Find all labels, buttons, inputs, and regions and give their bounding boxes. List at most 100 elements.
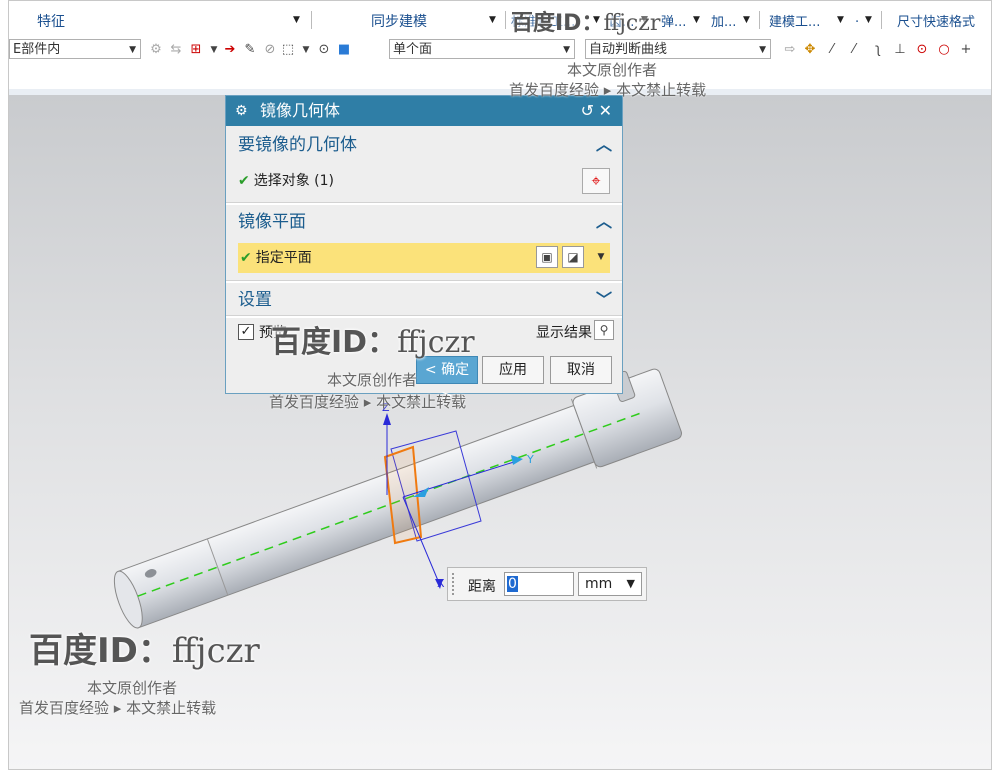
machining-dropdown-icon[interactable]: ▼ — [743, 15, 750, 25]
menu-spring[interactable]: 弹... — [661, 11, 686, 30]
menu-dimension-label: 尺寸快速格式 — [897, 15, 976, 30]
selection-scope-select[interactable]: E部件内 ▼ — [9, 39, 141, 59]
arrow-right-icon[interactable]: ⇨ — [783, 43, 797, 57]
deselect-icon[interactable]: ⊘ — [263, 43, 277, 57]
inferred-plane-icon[interactable]: ◪ — [562, 246, 584, 268]
distance-value: 0 — [507, 576, 518, 592]
crosshair-select-icon[interactable]: ⌖ — [582, 168, 610, 194]
chevron-down-icon[interactable]: ▼ — [207, 43, 221, 57]
curve-icon[interactable]: ʅ — [871, 43, 885, 57]
search-icon[interactable]: ⚲ — [594, 320, 614, 340]
menu-separator — [311, 11, 312, 29]
chevron-down-icon: ▼ — [626, 577, 635, 590]
chevron-down-icon: ▼ — [563, 45, 570, 55]
section-plane-header[interactable]: 镜像平面 ︿ — [226, 207, 622, 237]
cancel-button[interactable]: 取消 — [550, 356, 612, 384]
selection-toolbar: E部件内 ▼ ⚙ ⇆ ⊞ ▼ ➔ ✎ ⊘ ⬚ ▼ ⊙ ■ 单个面 ▼ 自动判断曲线 ▼… — [9, 35, 991, 65]
watermark-author: 本文原创作者 — [87, 679, 178, 697]
close-icon[interactable]: ✕ — [599, 96, 612, 126]
menu-sync-label: 同步建模 — [371, 14, 427, 30]
watermark-id-text: 百度ID： — [511, 11, 604, 36]
distance-label: 距离 — [468, 579, 496, 595]
preview-checkbox[interactable]: ✓ — [238, 324, 254, 340]
curve-rule-select[interactable]: 自动判断曲线 ▼ — [585, 39, 771, 59]
drag-handle[interactable] — [452, 573, 458, 595]
chevron-up-icon[interactable]: ︿ — [596, 207, 612, 237]
watermark-id: 百度ID：ffjczr — [271, 317, 475, 361]
y-axis-label: Y — [526, 453, 534, 466]
x-axis-label: X — [437, 577, 445, 590]
apply-button[interactable]: 应用 — [482, 356, 544, 384]
cube-icon[interactable]: ■ — [337, 43, 351, 57]
section-divider — [226, 280, 622, 283]
select-box-icon[interactable]: ⊞ — [189, 43, 203, 57]
chevron-up-icon[interactable]: ︿ — [596, 130, 612, 160]
distance-field[interactable]: 0 — [504, 572, 574, 596]
menu-machining-label: 加... — [711, 15, 737, 30]
spring-dropdown-icon[interactable]: ▼ — [693, 15, 700, 25]
watermark-author: 本文原创作者 — [567, 61, 658, 79]
plane-dialog-icon[interactable]: ▣ — [536, 246, 558, 268]
dialog-title-bar[interactable]: ⚙ 镜像几何体 ↺ ✕ — [226, 96, 622, 126]
section-plane-label: 镜像平面 — [238, 212, 306, 232]
existing-point-icon[interactable]: + — [959, 43, 973, 57]
feature-dropdown-icon[interactable]: ▼ — [293, 15, 300, 25]
menu-feature[interactable]: 特征 — [37, 11, 65, 31]
snap-point-icon[interactable]: ✥ — [803, 43, 817, 57]
face-rule-select[interactable]: 单个面 ▼ — [389, 39, 575, 59]
watermark-id-text: 百度ID： — [29, 631, 172, 671]
chevron-down-icon[interactable]: ▼ — [299, 43, 313, 57]
line-icon[interactable]: ⁄ — [825, 43, 839, 57]
section-geometry-header[interactable]: 要镜像的几何体 ︿ — [226, 130, 622, 160]
sync-dropdown-icon[interactable]: ▼ — [489, 15, 496, 25]
snap-icon[interactable]: ⇆ — [169, 43, 183, 57]
menu-sync-modeling[interactable]: 同步建模 — [371, 11, 427, 31]
section-settings-header[interactable]: 设置 ﹀ — [226, 285, 622, 315]
watermark-id-user: ffjczr — [171, 631, 260, 671]
select-object-row[interactable]: ✔ 选择对象 (1) ⌖ — [238, 166, 610, 196]
quadrant-point-icon[interactable]: ○ — [937, 43, 951, 57]
nx-window: 特征 ▼ 同步建模 ▼ 标准化工... ▼ 齿... ▼ 弹... ▼ 加...… — [8, 0, 992, 770]
watermark-id: 百度ID：ffjczr — [29, 623, 260, 672]
watermark-id-user: ffjczr — [397, 325, 475, 360]
lasso-icon[interactable]: ✎ — [243, 43, 257, 57]
curve-rule-value: 自动判断曲线 — [589, 42, 668, 57]
menu-modeling-tools-label: 建模工... — [769, 15, 821, 30]
face-rule-value: 单个面 — [393, 42, 433, 57]
view-icon[interactable]: ⊙ — [317, 43, 331, 57]
watermark-notice: 首发百度经验 ▸ 本文禁止转载 — [19, 699, 217, 717]
filter-icon[interactable]: ⚙ — [149, 43, 163, 57]
intersection-icon[interactable]: ⊥ — [893, 43, 907, 57]
tangent-line-icon[interactable]: ⁄ — [847, 43, 861, 57]
menu-dimension[interactable]: 尺寸快速格式 — [897, 11, 975, 30]
watermark-id-user: ffjczr — [603, 11, 661, 36]
specify-plane-label: 指定平面 — [255, 250, 312, 266]
menu-separator — [881, 11, 882, 29]
watermark-notice: 首发百度经验 ▸ 本文禁止转载 — [509, 81, 707, 99]
chevron-down-icon[interactable]: ﹀ — [596, 285, 612, 315]
unit-value: mm — [585, 576, 613, 592]
watermark-id-text: 百度ID： — [271, 325, 398, 360]
section-divider — [226, 202, 622, 205]
check-icon: ✔ — [240, 250, 252, 266]
pointer-icon[interactable]: ➔ — [223, 43, 237, 57]
chevron-down-icon[interactable]: ▼ — [592, 246, 610, 268]
gear-icon: ⚙ — [235, 103, 248, 119]
modeling-tools-dropdown-icon[interactable]: ▼ — [837, 15, 844, 25]
rectangle-select-icon[interactable]: ⬚ — [281, 43, 295, 57]
unit-select[interactable]: mm ▼ — [578, 572, 642, 596]
reset-icon[interactable]: ↺ — [581, 96, 594, 126]
menu-dot[interactable]: . — [855, 11, 859, 26]
z-arrow-head — [383, 413, 391, 425]
center-point-icon[interactable]: ⊙ — [915, 43, 929, 57]
show-result-label: 显示结果 — [536, 325, 592, 341]
menu-machining[interactable]: 加... — [711, 11, 736, 30]
dot-dropdown-icon[interactable]: ▼ — [865, 15, 872, 25]
watermark-id: 百度ID：ffjczr — [511, 5, 660, 37]
menu-modeling-tools[interactable]: 建模工... — [769, 11, 820, 30]
section-geometry-label: 要镜像的几何体 — [238, 135, 357, 155]
specify-plane-row[interactable]: ✔ 指定平面 ▣ ◪ ▼ — [238, 243, 610, 273]
chevron-down-icon: ▼ — [759, 45, 766, 55]
distance-onscreen-input: 距离 0 mm ▼ — [447, 567, 647, 601]
select-object-label: 选择对象 (1) — [253, 173, 335, 189]
